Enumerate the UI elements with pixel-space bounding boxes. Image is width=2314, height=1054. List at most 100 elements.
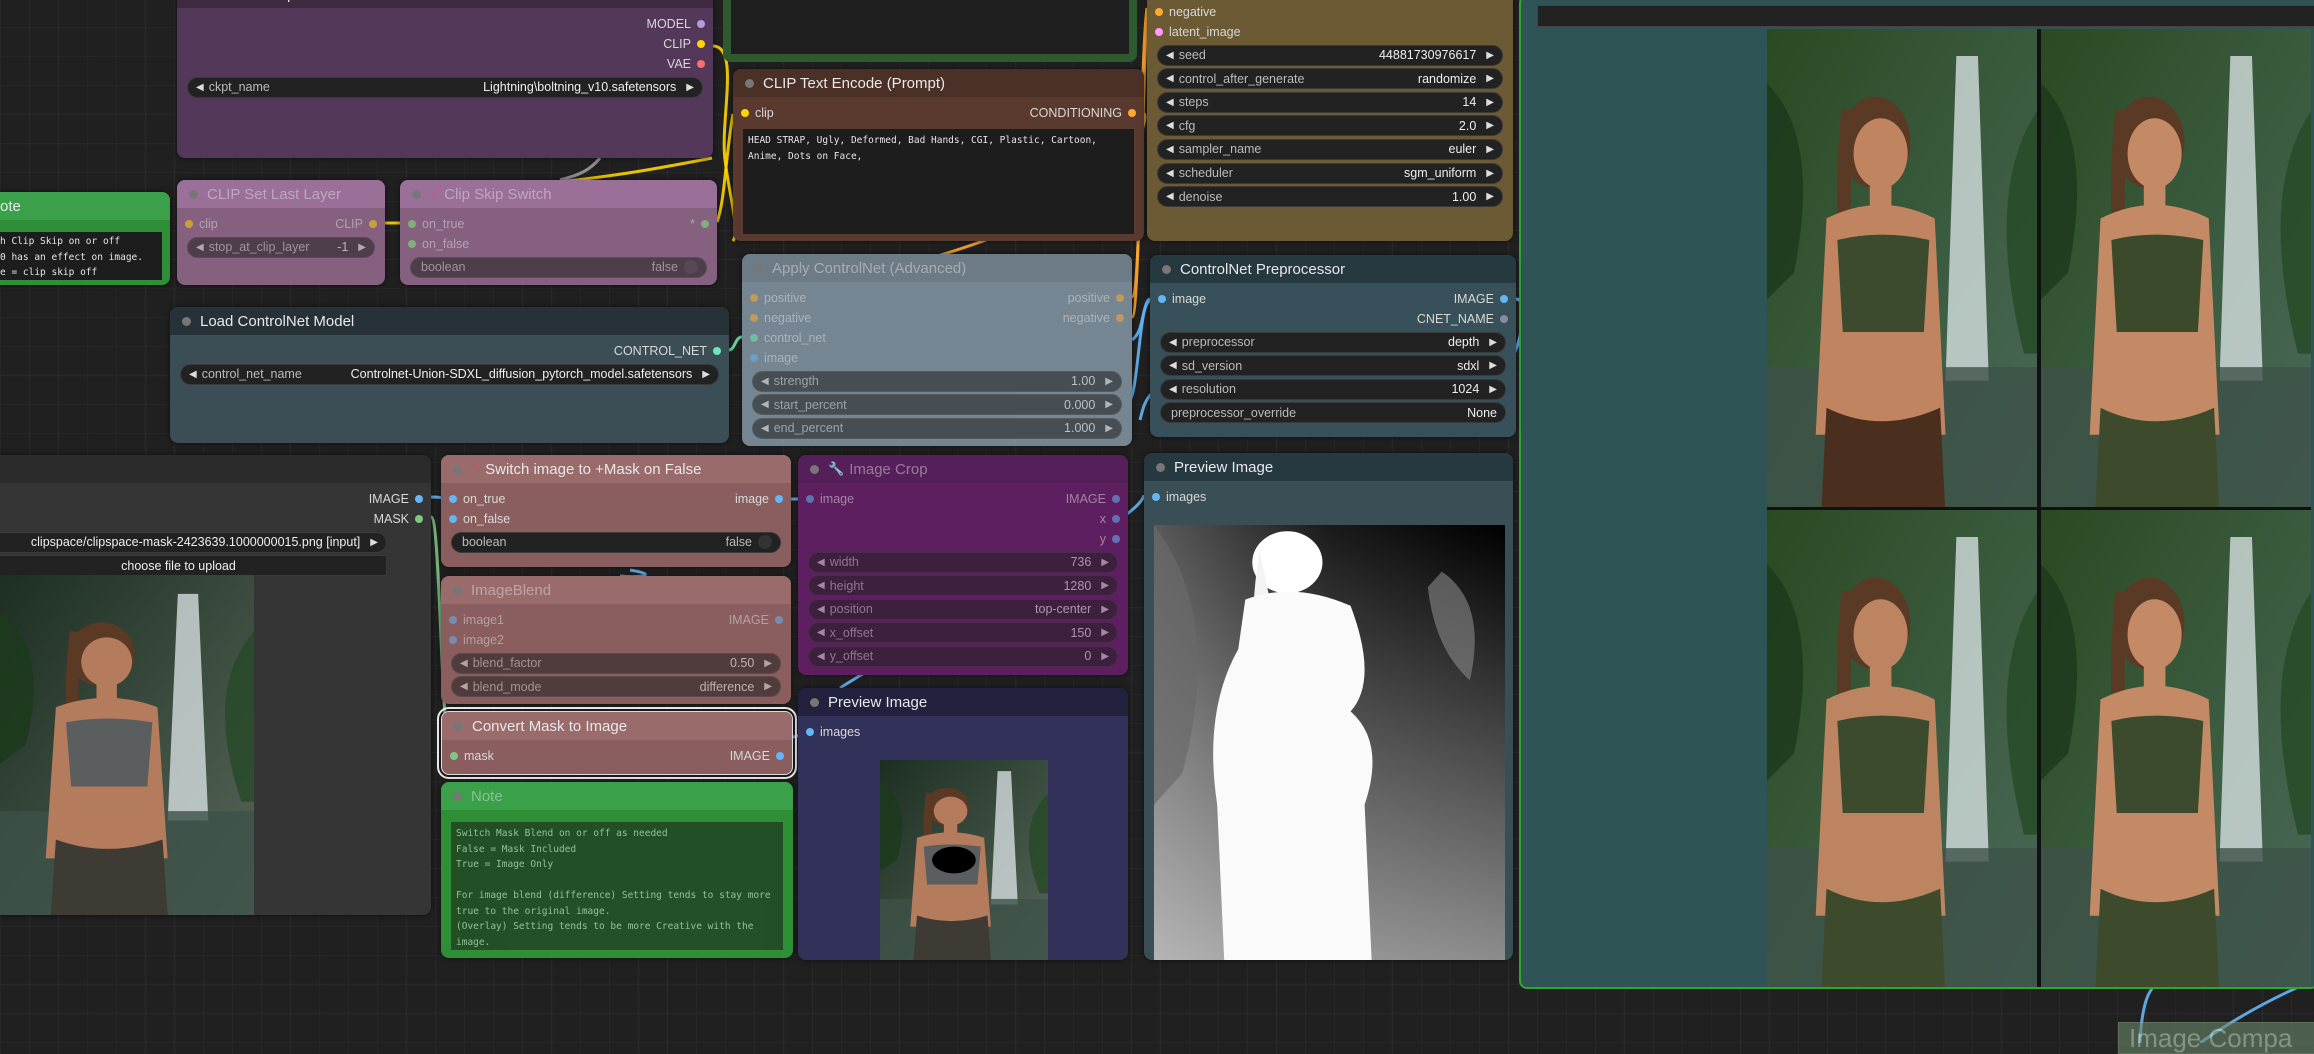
output-dot-mask[interactable] xyxy=(415,515,423,523)
decrement-arrow-icon[interactable]: ◀ xyxy=(196,242,204,253)
increment-arrow-icon[interactable]: ▶ xyxy=(1101,651,1109,662)
node-clipskipswitch[interactable]: ⟋ Clip Skip Switch on_true * on_false boolean… xyxy=(400,180,717,285)
output-dot-image[interactable] xyxy=(1112,495,1120,503)
decrement-arrow-icon[interactable]: ◀ xyxy=(761,376,769,387)
widget-steps[interactable]: ◀ steps 14 ▶ xyxy=(1157,91,1503,113)
node-cnpre[interactable]: ControlNet Preprocessor image IMAGE CNET_NA… xyxy=(1150,255,1516,437)
widget-scheduler[interactable]: ◀ scheduler sgm_uniform ▶ xyxy=(1157,162,1503,184)
node-convertmask[interactable]: Convert Mask to Image mask IMAGE xyxy=(437,707,797,779)
node-title-bar[interactable]: ControlNet Preprocessor xyxy=(1150,255,1516,283)
increment-arrow-icon[interactable]: ▶ xyxy=(764,681,772,692)
input-dot-control-net[interactable] xyxy=(750,334,758,342)
widget-cfg[interactable]: ◀ cfg 2.0 ▶ xyxy=(1157,115,1503,137)
output-dot-image[interactable] xyxy=(775,495,783,503)
increment-arrow-icon[interactable]: ▶ xyxy=(1489,384,1497,395)
widget-resolution[interactable]: ◀ resolution 1024 ▶ xyxy=(1160,378,1506,400)
output-slot[interactable]: IMAGE xyxy=(1454,292,1508,306)
widget-start-percent[interactable]: ◀ start_percent 0.000 ▶ xyxy=(752,394,1122,416)
input-dot-image[interactable] xyxy=(806,495,814,503)
decrement-arrow-icon[interactable]: ◀ xyxy=(1166,73,1174,84)
increment-arrow-icon[interactable]: ▶ xyxy=(1101,580,1109,591)
image-comparer-node-title[interactable]: Image Compa xyxy=(2118,1022,2314,1054)
output-node-partial[interactable] xyxy=(723,0,1137,62)
input-dot-clip[interactable] xyxy=(185,220,193,228)
widget-width[interactable]: ◀ width 736 ▶ xyxy=(808,551,1118,573)
input-dot-on-false[interactable] xyxy=(449,515,457,523)
widget-preprocessor-override[interactable]: preprocessor_override None xyxy=(1160,402,1506,424)
toggle-knob[interactable] xyxy=(758,535,772,550)
output-dot-negative[interactable] xyxy=(1116,314,1124,322)
widget-blend-factor[interactable]: ◀ blend_factor 0.50 ▶ xyxy=(451,652,781,674)
node-loadimage[interactable]: IMAGE MASK ◀clipspace/clipspace-mask-24236… xyxy=(0,455,431,915)
note-text[interactable]: Switch Mask Blend on or off as needed Fa… xyxy=(451,822,783,950)
decrement-arrow-icon[interactable]: ◀ xyxy=(1166,168,1174,179)
input-dot-positive[interactable] xyxy=(750,294,758,302)
output-dot-y[interactable] xyxy=(1112,535,1120,543)
node-title-bar[interactable] xyxy=(0,455,431,483)
collapse-dot-icon[interactable] xyxy=(1156,462,1165,472)
node-title-bar[interactable]: 🔧 Image Crop xyxy=(798,455,1128,483)
increment-arrow-icon[interactable]: ▶ xyxy=(1105,376,1113,387)
node-imageblend[interactable]: ImageBlend image1 IMAGE image2 ◀ blend_factor… xyxy=(441,576,791,704)
node-clipsetlast[interactable]: CLIP Set Last Layer clip CLIP ◀ stop_at_clip… xyxy=(177,180,385,285)
widget-y-offset[interactable]: ◀ y_offset 0 ▶ xyxy=(808,645,1118,667)
output-slot[interactable]: VAE xyxy=(667,57,705,71)
output-dot-model[interactable] xyxy=(697,20,705,28)
widget-sampler-name[interactable]: ◀ sampler_name euler ▶ xyxy=(1157,138,1503,160)
output-dot-image[interactable] xyxy=(415,495,423,503)
input-dot-image2[interactable] xyxy=(449,636,457,644)
output-slot[interactable]: IMAGE xyxy=(730,749,784,763)
output-slot[interactable]: CNET_NAME xyxy=(1417,312,1508,326)
depth-map-preview[interactable] xyxy=(1154,525,1505,960)
output-dot-item[interactable] xyxy=(701,220,709,228)
widget-clipspace-clipspace-mask-2423639-1000000015-png-input[interactable]: ◀clipspace/clipspace-mask-2423639.100000… xyxy=(0,531,387,553)
decrement-arrow-icon[interactable]: ◀ xyxy=(761,423,769,434)
decrement-arrow-icon[interactable]: ◀ xyxy=(817,557,825,568)
result-image-1[interactable] xyxy=(1767,29,2038,507)
output-dot-vae[interactable] xyxy=(697,60,705,68)
widget-denoise[interactable]: ◀ denoise 1.00 ▶ xyxy=(1157,186,1503,208)
increment-arrow-icon[interactable]: ▶ xyxy=(1486,50,1494,61)
decrement-arrow-icon[interactable]: ◀ xyxy=(817,627,825,638)
input-dot-clip[interactable] xyxy=(741,109,749,117)
output-slot[interactable]: CLIP xyxy=(335,217,377,231)
decrement-arrow-icon[interactable]: ◀ xyxy=(1166,97,1174,108)
input-dot-images[interactable] xyxy=(1152,493,1160,501)
node-title-bar[interactable]: ⟋ Switch image to +Mask on False xyxy=(441,455,791,483)
decrement-arrow-icon[interactable]: ◀ xyxy=(189,369,197,380)
increment-arrow-icon[interactable]: ▶ xyxy=(1489,360,1497,371)
input-dot-on-true[interactable] xyxy=(408,220,416,228)
output-dot-x[interactable] xyxy=(1112,515,1120,523)
preview-image-masked[interactable] xyxy=(880,760,1048,960)
increment-arrow-icon[interactable]: ▶ xyxy=(1105,399,1113,410)
widget-control-after-generate[interactable]: ◀ control_after_generate randomize ▶ xyxy=(1157,68,1503,90)
upload-button[interactable]: choose file to upload xyxy=(0,555,387,577)
decrement-arrow-icon[interactable]: ◀ xyxy=(817,651,825,662)
decrement-arrow-icon[interactable]: ◀ xyxy=(817,604,825,615)
input-dot-images[interactable] xyxy=(806,728,814,736)
link-wire[interactable] xyxy=(728,335,743,352)
toggle-knob[interactable] xyxy=(684,260,698,275)
widget-height[interactable]: ◀ height 1280 ▶ xyxy=(808,575,1118,597)
node-title-bar[interactable]: ImageBlend xyxy=(441,576,791,604)
output-dot-image[interactable] xyxy=(775,616,783,624)
input-slot[interactable]: mask xyxy=(450,749,494,763)
output-slot[interactable]: MASK xyxy=(374,512,423,526)
widget-position[interactable]: ◀ position top-center ▶ xyxy=(808,598,1118,620)
output-slot[interactable]: CONDITIONING xyxy=(1030,106,1136,120)
decrement-arrow-icon[interactable]: ◀ xyxy=(1166,144,1174,155)
input-dot-image[interactable] xyxy=(750,354,758,362)
increment-arrow-icon[interactable]: ▶ xyxy=(764,658,772,669)
node-title-bar[interactable]: Apply ControlNet (Advanced) xyxy=(742,254,1132,282)
collapse-dot-icon[interactable] xyxy=(189,189,198,199)
output-dot-image[interactable] xyxy=(1500,295,1508,303)
decrement-arrow-icon[interactable]: ◀ xyxy=(817,580,825,591)
input-slot[interactable]: image xyxy=(750,351,798,365)
collapse-dot-icon[interactable] xyxy=(453,585,462,595)
decrement-arrow-icon[interactable]: ◀ xyxy=(1169,360,1177,371)
collapse-dot-icon[interactable] xyxy=(453,464,462,474)
input-slot[interactable]: image1 xyxy=(449,613,504,627)
widget-seed[interactable]: ◀ seed 44881730976617 ▶ xyxy=(1157,44,1503,66)
widget-sd-version[interactable]: ◀ sd_version sdxl ▶ xyxy=(1160,355,1506,377)
node-applycn[interactable]: Apply ControlNet (Advanced) positive posit… xyxy=(742,254,1132,446)
